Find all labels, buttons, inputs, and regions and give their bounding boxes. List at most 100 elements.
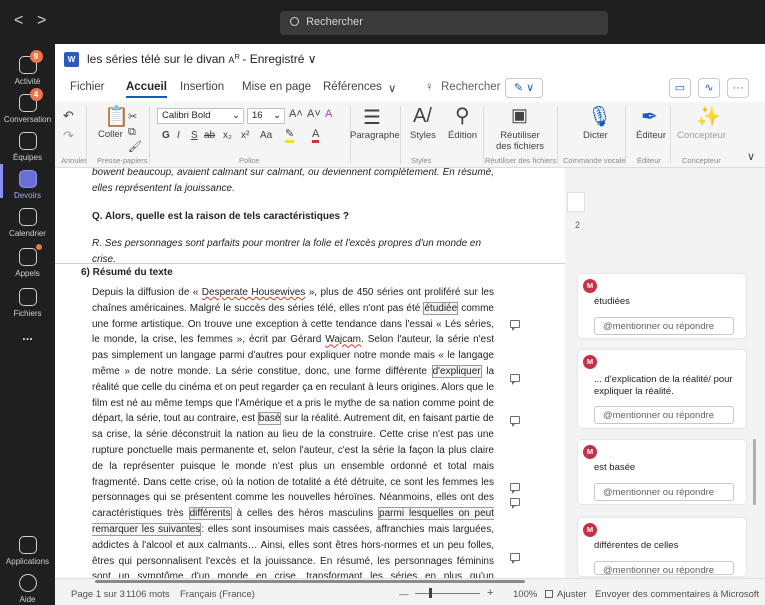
clear-format-icon[interactable]: A bbox=[325, 108, 332, 120]
font-name-select[interactable]: Calibri Bold ⌄ bbox=[157, 108, 244, 124]
paragraph-button[interactable]: Paragraphe bbox=[350, 130, 400, 141]
feedback-link[interactable]: Envoyer des commentaires à Microsoft bbox=[595, 589, 759, 600]
reuse-files-button[interactable]: Réutiliser des fichiers bbox=[492, 130, 548, 152]
editor-button[interactable]: Éditeur bbox=[636, 130, 666, 141]
tab-insertion[interactable]: Insertion bbox=[180, 81, 224, 93]
language-indicator[interactable]: Français (France) bbox=[180, 589, 255, 600]
page-count[interactable]: Page 1 sur 3 bbox=[71, 589, 125, 600]
commented-text: différents bbox=[188, 507, 232, 521]
reuse-files-icon[interactable]: ▣ bbox=[511, 105, 528, 126]
designer-icon[interactable]: ✨ bbox=[696, 104, 721, 129]
rail-item-equipes[interactable]: Équipes bbox=[0, 132, 55, 162]
subscript-button[interactable]: x₂ bbox=[223, 130, 232, 141]
editor-icon[interactable]: ✒ bbox=[641, 104, 658, 129]
clipboard-icon[interactable]: 📋 bbox=[104, 104, 129, 129]
designer-button[interactable]: Concepteur bbox=[677, 130, 726, 141]
tell-me-search[interactable]: Rechercher bbox=[441, 81, 500, 93]
highlight-icon[interactable]: ✎ bbox=[285, 129, 295, 143]
forward-arrow-icon[interactable]: > bbox=[37, 12, 46, 30]
reply-input[interactable]: @mentionner ou répondre bbox=[594, 317, 734, 335]
word-count[interactable]: 1106 mots bbox=[126, 589, 170, 600]
comments-scrollbar[interactable] bbox=[753, 439, 756, 505]
comment-text: différentes de celles bbox=[594, 540, 679, 551]
comment-marker-icon[interactable] bbox=[510, 498, 520, 509]
grow-font-icon[interactable]: A˄ bbox=[289, 108, 303, 120]
rail-item-conversation[interactable]: 4 Conversation bbox=[0, 88, 55, 124]
tab-references[interactable]: Références bbox=[323, 81, 382, 93]
comment-marker-icon[interactable] bbox=[510, 320, 520, 331]
rail-label-devoirs: Devoirs bbox=[13, 191, 42, 200]
cut-icon[interactable]: ✂ bbox=[128, 110, 137, 123]
zoom-slider-thumb[interactable] bbox=[429, 588, 432, 598]
copy-icon[interactable]: ⧉ bbox=[128, 126, 136, 139]
paste-button[interactable]: Coller bbox=[98, 129, 123, 140]
microphone-icon[interactable]: 🎙 bbox=[587, 104, 612, 129]
avatar: M bbox=[583, 355, 597, 369]
redo-icon[interactable]: ↷ bbox=[63, 128, 74, 144]
italic-button[interactable]: I bbox=[177, 130, 180, 141]
document-title[interactable]: les séries télé sur le divan AR - Enregi… bbox=[87, 52, 317, 66]
rail-item-calendrier[interactable]: Calendrier bbox=[0, 208, 55, 238]
comments-button[interactable]: ▭ bbox=[669, 78, 691, 98]
zoom-slider[interactable] bbox=[415, 593, 480, 594]
comment-text: étudiées bbox=[594, 296, 630, 307]
rail-item-fichiers[interactable]: Fichiers bbox=[0, 288, 55, 318]
more-tabs-chevron-icon[interactable]: ∨ bbox=[388, 81, 396, 95]
rail-item-applications[interactable]: Applications bbox=[0, 536, 55, 566]
reply-input[interactable]: @mentionner ou répondre bbox=[594, 406, 734, 424]
undo-icon[interactable]: ↶ bbox=[63, 108, 74, 124]
zoom-level[interactable]: 100% bbox=[513, 589, 537, 600]
format-painter-icon[interactable]: 🖌 bbox=[128, 140, 142, 153]
rail-item-appels[interactable]: Appels bbox=[0, 244, 55, 278]
styles-button[interactable]: Styles bbox=[410, 130, 436, 141]
collapse-ribbon-icon[interactable]: ∨ bbox=[747, 150, 755, 163]
superscript-button[interactable]: x² bbox=[241, 130, 249, 141]
editing-mode-button[interactable]: ✎ ∨ bbox=[505, 78, 543, 98]
edition-button[interactable]: Édition bbox=[448, 130, 477, 141]
comment-card[interactable]: M différentes de celles @mentionner ou r… bbox=[578, 518, 746, 576]
summary-paragraph[interactable]: Depuis la diffusion de « Desperate House… bbox=[92, 285, 494, 578]
search-input[interactable]: Rechercher bbox=[280, 11, 608, 35]
comment-card[interactable]: M ... d'explication de la réalité/ pour … bbox=[578, 350, 746, 428]
strikethrough-button[interactable]: ab bbox=[204, 130, 215, 141]
fit-label[interactable]: Ajuster bbox=[557, 589, 587, 600]
dictate-button[interactable]: Dicter bbox=[583, 130, 608, 141]
zoom-out-button[interactable]: — bbox=[399, 589, 409, 600]
reply-input[interactable]: @mentionner ou répondre bbox=[594, 483, 734, 501]
comment-text: ... d'explication de la réalité/ pour ex… bbox=[594, 374, 733, 397]
comment-marker-icon[interactable] bbox=[510, 374, 520, 385]
bold-button[interactable]: G bbox=[162, 130, 170, 141]
activity-button[interactable]: ∿ bbox=[698, 78, 720, 98]
spelling-flagged-text: Desperate Housewives bbox=[201, 287, 306, 298]
tab-fichier[interactable]: Fichier bbox=[70, 81, 105, 93]
font-size-select[interactable]: 16 ⌄ bbox=[247, 108, 285, 124]
font-color-icon[interactable]: A bbox=[312, 129, 320, 143]
tab-accueil[interactable]: Accueil bbox=[126, 81, 167, 98]
reply-input[interactable]: @mentionner ou répondre bbox=[594, 561, 734, 575]
shrink-font-icon[interactable]: A˅ bbox=[307, 108, 321, 120]
rail-item-aide[interactable]: Aide bbox=[0, 574, 55, 604]
comment-marker-icon[interactable] bbox=[510, 553, 520, 564]
document-canvas[interactable]: bowent beaucoup, avaient calmant sur cal… bbox=[55, 168, 565, 578]
ribbon-separator bbox=[86, 106, 87, 164]
more-options-button[interactable]: ··· bbox=[727, 78, 749, 98]
comment-marker-icon[interactable] bbox=[510, 416, 520, 427]
styles-icon[interactable]: A/ bbox=[413, 105, 432, 128]
underline-button[interactable]: S bbox=[191, 130, 198, 141]
find-icon[interactable]: ⚲ bbox=[455, 103, 470, 128]
fit-checkbox[interactable] bbox=[545, 590, 553, 598]
tab-mise-en-page[interactable]: Mise en page bbox=[242, 81, 311, 93]
rail-item-activite[interactable]: 9 Activité bbox=[0, 50, 55, 86]
change-case-button[interactable]: Aa bbox=[260, 130, 272, 141]
group-editeur: Éditeur bbox=[637, 156, 661, 165]
zoom-in-button[interactable]: + bbox=[487, 587, 493, 599]
rail-item-devoirs[interactable]: Devoirs bbox=[0, 170, 55, 200]
comment-marker-icon[interactable] bbox=[510, 483, 520, 494]
back-arrow-icon[interactable]: < bbox=[14, 12, 23, 30]
horizontal-scrollbar[interactable] bbox=[95, 580, 525, 583]
paragraph-icon[interactable]: ☰ bbox=[363, 105, 381, 130]
comment-card[interactable]: M étudiées @mentionner ou répondre bbox=[578, 274, 746, 338]
more-apps-button[interactable]: ... bbox=[0, 328, 55, 343]
comment-card[interactable]: M est basée @mentionner ou répondre bbox=[578, 440, 746, 504]
rail-label-conversation: Conversation bbox=[3, 115, 52, 124]
